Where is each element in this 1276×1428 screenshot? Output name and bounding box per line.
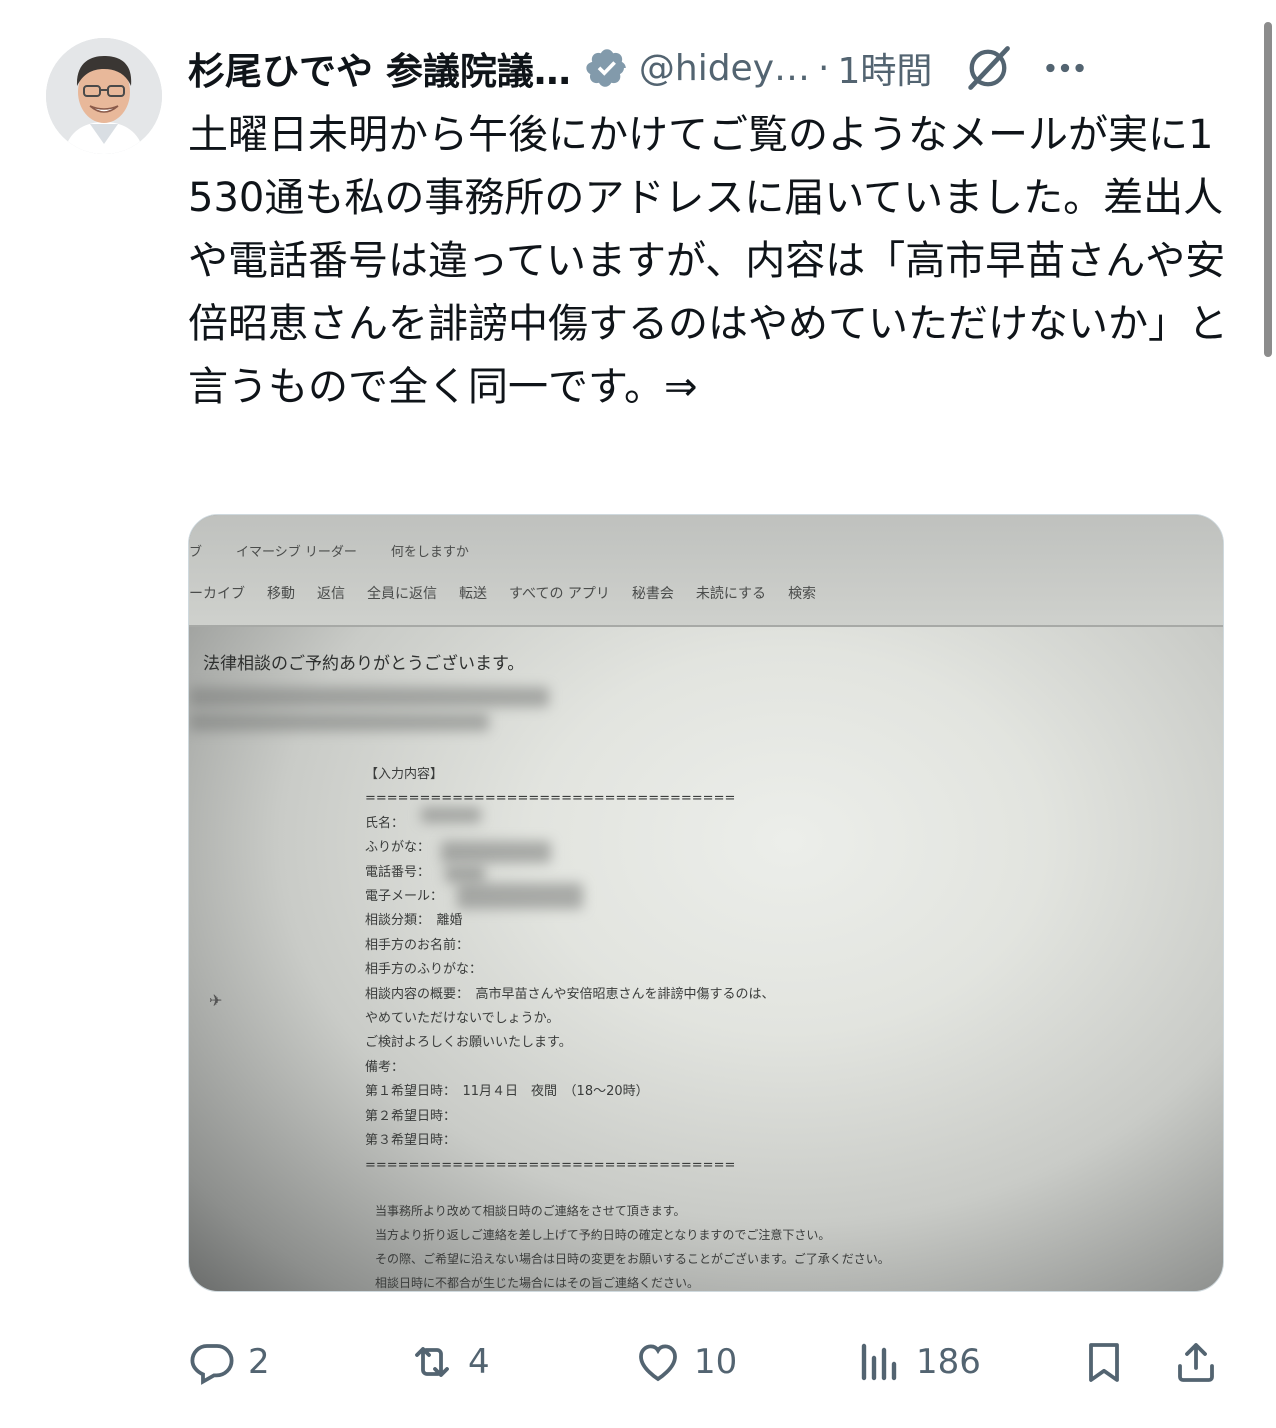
ribbon-divider (189, 625, 1223, 627)
email-body: 【入力内容】 ==================================… (365, 763, 775, 1178)
email-footer: 当事務所より改めて相談日時のご連絡をさせて頂きます。当方より折り返しご連絡を差し… (375, 1199, 890, 1291)
email-body-line: 第３希望日時： (365, 1133, 457, 1149)
email-footer-line: 当事務所より改めて相談日時のご連絡をさせて頂きます。 (375, 1204, 686, 1218)
author-handle[interactable]: @hidey… (639, 48, 810, 89)
tweet-media-photo[interactable]: ブ イマーシブ リーダー 何をしますか ーカイブ 移動 返信 全員に返信 転送 すべての アプ… (188, 514, 1224, 1292)
email-body-line: 相手方のふりがな： (365, 962, 483, 978)
like-button[interactable]: 10 (634, 1330, 737, 1394)
tweet-actions: 2 4 10 186 (188, 1330, 1228, 1394)
blurred-recipient (189, 713, 489, 731)
bookmark-icon (1089, 1343, 1119, 1382)
author-name[interactable]: 杉尾ひでや 参議院議… (188, 41, 571, 95)
ribbon-tool: すべての アプリ (509, 586, 610, 602)
email-footer-line: その際、ご希望に沿えない場合は日時の変更をお願いすることがございます。ご了承くだ… (375, 1252, 890, 1266)
email-footer-line: 当方より折り返しご連絡を差し上げて予約日時の確定となりますのでご注意下さい。 (375, 1228, 831, 1242)
email-body-line: 【入力内容】 (365, 767, 444, 782)
email-body-line: 相談分類： 離婚 (365, 913, 463, 929)
email-body-line: ================================== (365, 791, 736, 807)
repost-icon (415, 1347, 449, 1377)
email-ribbon: ブ イマーシブ リーダー 何をしますか ーカイブ 移動 返信 全員に返信 転送 すべての アプ… (189, 515, 1223, 627)
tweet-header: 杉尾ひでや 参議院議… @hidey… · 1時間 (188, 40, 1238, 96)
ribbon-tool: 転送 (459, 586, 487, 602)
avatar[interactable] (46, 38, 162, 154)
email-body-line: 備考： (365, 1059, 405, 1075)
ribbon-tool: 検索 (788, 586, 817, 602)
ribbon-tools: ーカイブ 移動 返信 全員に返信 転送 すべての アプリ 秘書会 未読にする 検索 (189, 583, 838, 603)
views-button[interactable]: 186 (856, 1330, 981, 1394)
email-body-line: やめていただけないでしょうか。 (365, 1011, 560, 1027)
repost-button[interactable]: 4 (408, 1330, 490, 1394)
share-icon (1178, 1343, 1214, 1382)
email-body-line: 氏名： (365, 815, 405, 831)
tweet-time[interactable]: 1時間 (837, 42, 932, 94)
repost-count: 4 (468, 1342, 490, 1382)
views-count: 186 (916, 1342, 981, 1382)
ribbon-tab: イマーシブ リーダー (236, 545, 357, 560)
more-icon[interactable] (1040, 43, 1090, 93)
page-scrollbar[interactable] (1264, 22, 1272, 357)
email-body-line: 第２希望日時： (365, 1108, 457, 1124)
ribbon-tool: 秘書会 (631, 586, 674, 602)
email-body-line: 第１希望日時： 11月４日 夜間 （18〜20時） (365, 1084, 649, 1100)
ribbon-tab: ブ (189, 545, 203, 560)
bookmark-button[interactable] (1080, 1330, 1128, 1394)
share-button[interactable] (1172, 1330, 1220, 1394)
email-body-line: 電子メール： (365, 889, 444, 905)
email-footer-line: 相談日時に不都合が生じた場合にはその旨ご連絡ください。 (375, 1276, 700, 1290)
ribbon-tool: 未読にする (695, 586, 767, 602)
email-body-line: 相談内容の概要： 高市早苗さんや安倍昭恵さんを誹謗中傷するのは、 (365, 986, 775, 1002)
heart-icon (639, 1344, 677, 1382)
ribbon-tab: 何をしますか (390, 545, 469, 560)
blurred-sender (189, 687, 549, 707)
tweet-text: 土曜日未明から午後にかけてご覧のようなメールが実に1530通も私の事務所のアドレ… (188, 112, 1228, 410)
reply-icon (190, 1344, 234, 1385)
email-subject: 法律相談のご予約ありがとうございます。 (203, 654, 525, 674)
email-body-line: 電話番号： (365, 864, 431, 880)
ribbon-tool: ーカイブ (189, 586, 245, 602)
reply-count: 2 (248, 1342, 270, 1382)
verified-badge-icon[interactable] (585, 46, 629, 90)
like-count: 10 (694, 1342, 738, 1382)
email-body-line: 相手方のお名前： (365, 937, 470, 953)
ribbon-tabs: ブ イマーシブ リーダー 何をしますか (189, 541, 503, 560)
ribbon-tool: 移動 (267, 586, 295, 602)
email-body-line: ================================== (365, 1157, 736, 1173)
reply-button[interactable]: 2 (188, 1330, 270, 1394)
ribbon-tool: 返信 (317, 586, 345, 602)
separator-dot: · (818, 47, 830, 89)
grok-icon[interactable] (962, 42, 1014, 94)
pin-icon: ✈ (209, 991, 223, 1010)
email-body-line: ふりがな： (365, 840, 431, 856)
views-icon (861, 1343, 897, 1381)
ribbon-tool: 全員に返信 (367, 586, 437, 602)
email-body-line: ご検討よろしくお願いいたします。 (365, 1035, 572, 1051)
